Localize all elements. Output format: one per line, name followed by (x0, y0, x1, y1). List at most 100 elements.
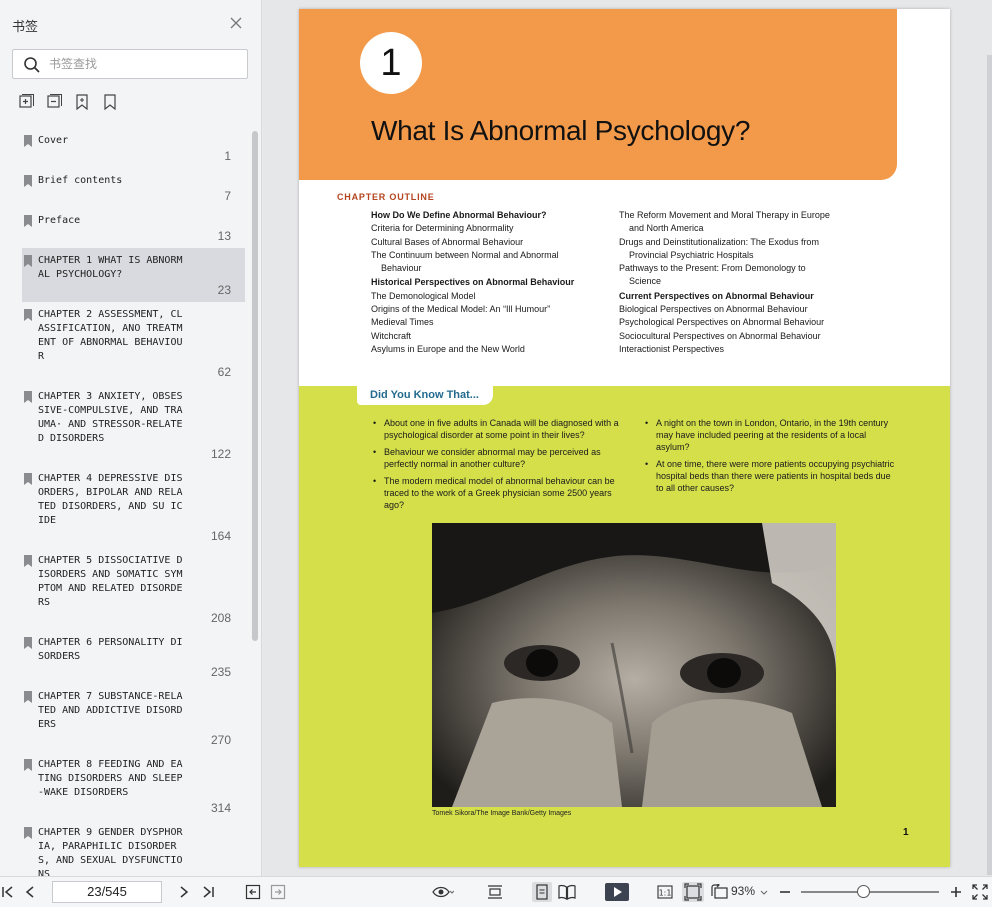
actual-size-icon[interactable]: 1:1 (657, 884, 673, 900)
bookmark-flag-icon (24, 473, 32, 485)
fact-item: About one in five adults in Canada will … (373, 417, 633, 441)
bookmark-flag-icon (24, 391, 32, 403)
bookmark-title: CHAPTER 4 DEPRESSIVE DISORDERS, BIPOLAR … (38, 473, 183, 526)
outline-item: Behaviour (381, 263, 422, 274)
outline-section-heading: How Do We Define Abnormal Behaviour? (371, 210, 547, 220)
back-view-icon[interactable] (245, 884, 261, 900)
photo-credit: Tomek Sikora/The Image Bank/Getty Images (432, 810, 572, 817)
bookmark-item[interactable]: Preface 13 (22, 208, 245, 248)
bookmark-item[interactable]: Cover 1 (22, 128, 245, 168)
fact-item: At one time, there were more patients oc… (645, 458, 895, 494)
bookmark-page: 62 (217, 365, 231, 379)
outline-item: Drugs and Deinstitutionalization: The Ex… (619, 236, 819, 247)
bookmark-item[interactable]: CHAPTER 3 ANXIETY, OBSESSIVE-COMPULSIVE,… (22, 384, 245, 466)
bookmark-item[interactable]: CHAPTER 6 PERSONALITY DISORDERS 235 (22, 630, 245, 684)
page-number-input[interactable]: 23/545 (52, 881, 162, 903)
fullscreen-icon[interactable] (972, 884, 988, 900)
outline-item: Biological Perspectives on Abnormal Beha… (619, 304, 808, 315)
next-page-icon[interactable] (176, 884, 192, 900)
zoom-slider-handle[interactable] (857, 885, 871, 898)
outline-item: Psychological Perspectives on Abnormal B… (619, 317, 825, 328)
bookmark-title: CHAPTER 8 FEEDING AND EATING DISORDERS A… (38, 759, 183, 798)
play-slideshow-icon[interactable] (605, 883, 629, 901)
fit-width-icon[interactable] (487, 884, 503, 900)
chapter-title: What Is Abnormal Psychology? (371, 115, 751, 146)
outline-section-heading: Historical Perspectives on Abnormal Beha… (371, 277, 575, 288)
expand-all-icon[interactable] (18, 94, 34, 110)
outline-item: Interactionist Perspectives (619, 343, 725, 354)
outline-item: Cultural Bases of Abnormal Behaviour (371, 236, 524, 247)
chapter-photo (432, 523, 836, 807)
bookmark-flag-icon (24, 309, 32, 321)
two-page-icon[interactable] (558, 884, 576, 900)
bookmark-item[interactable]: CHAPTER 9 GENDER DYSPHORIA, PARAPHILIC D… (22, 820, 245, 876)
zoom-level[interactable]: 93% (731, 884, 755, 898)
bookmark-title: CHAPTER 5 DISSOCIATIVE DISORDERS AND SOM… (38, 555, 183, 608)
single-page-icon[interactable] (532, 882, 552, 902)
bookmark-title: Preface (38, 215, 81, 226)
bookmark-item[interactable]: CHAPTER 8 FEEDING AND EATING DISORDERS A… (22, 752, 245, 820)
chapter-header: 1 What Is Abnormal Psychology? (299, 9, 897, 180)
outline-section-heading: Current Perspectives on Abnormal Behavio… (619, 290, 814, 301)
sidebar-scrollbar[interactable] (252, 131, 258, 641)
bookmark-page: 122 (210, 447, 231, 461)
viewer-scrollbar[interactable] (987, 55, 992, 875)
bookmark-flag-icon (24, 637, 32, 649)
zoom-dropdown-icon[interactable] (759, 884, 769, 900)
facts-column-2: A night on the town in London, Ontario, … (645, 417, 895, 499)
collapse-all-icon[interactable] (46, 94, 62, 110)
bookmark-page: 270 (210, 733, 231, 747)
eye-protection-icon[interactable] (432, 884, 454, 900)
first-page-icon[interactable] (0, 884, 16, 900)
outline-item: Asylums in Europe and the New World (371, 343, 525, 354)
bookmark-search[interactable] (12, 49, 248, 79)
panel-title: 书签 (12, 19, 39, 34)
bookmark-flag-icon (24, 827, 32, 839)
bookmark-item[interactable]: CHAPTER 2 ASSESSMENT, CLASSIFICATION, AN… (22, 302, 245, 384)
zoom-in-icon[interactable] (948, 884, 964, 900)
search-input[interactable] (49, 55, 239, 73)
last-page-icon[interactable] (200, 884, 216, 900)
bookmark-item[interactable]: CHAPTER 7 SUBSTANCE-RELATED AND ADDICTIV… (22, 684, 245, 752)
bookmark-flag-icon (24, 555, 32, 567)
outline-item: Medieval Times (371, 317, 434, 328)
bookmark-page: 23 (217, 283, 231, 297)
outline-item: Pathways to the Present: From Demonology… (619, 263, 806, 274)
outline-item: The Demonological Model (371, 290, 476, 301)
did-you-know-section: Did You Know That... About one in five a… (299, 386, 950, 867)
chapter-number: 1 (360, 32, 422, 94)
bookmark-title: CHAPTER 6 PERSONALITY DISORDERS (38, 637, 183, 662)
outline-column-2: The Reform Movement and Moral Therapy in… (619, 209, 869, 356)
outline-heading: CHAPTER OUTLINE (337, 192, 435, 202)
bookmark-page: 1 (224, 149, 231, 163)
bookmark-title: CHAPTER 7 SUBSTANCE-RELATED AND ADDICTIV… (38, 691, 183, 730)
rotate-icon[interactable] (710, 884, 728, 900)
bookmark-flag-icon (24, 135, 32, 147)
bookmark-icon[interactable] (102, 94, 118, 110)
close-icon[interactable] (228, 16, 244, 32)
bookmark-item[interactable]: Brief contents 7 (22, 168, 245, 208)
fit-page-icon[interactable] (682, 882, 704, 902)
bottom-toolbar: 23/545 1:1 93% (0, 876, 992, 907)
zoom-out-icon[interactable] (777, 884, 793, 900)
bookmark-title: CHAPTER 9 GENDER DYSPHORIA, PARAPHILIC D… (38, 827, 183, 876)
bookmark-flag-icon (24, 215, 32, 227)
bookmark-item[interactable]: CHAPTER 5 DISSOCIATIVE DISORDERS AND SOM… (22, 548, 245, 630)
outline-item: Science (629, 276, 662, 287)
outline-item: The Reform Movement and Moral Therapy in… (619, 210, 830, 220)
fact-item: A night on the town in London, Ontario, … (645, 417, 895, 453)
bookmark-flag-icon (24, 759, 32, 771)
bookmark-page: 235 (210, 665, 231, 679)
bookmark-item[interactable]: CHAPTER 4 DEPRESSIVE DISORDERS, BIPOLAR … (22, 466, 245, 548)
bookmark-item[interactable]: CHAPTER 1 WHAT IS ABNORMAL PSYCHOLOGY? 23 (22, 248, 245, 302)
outline-item: Origins of the Medical Model: An “Ill Hu… (371, 304, 551, 315)
add-bookmark-icon[interactable] (74, 94, 90, 110)
outline-item: and North America (629, 223, 704, 234)
bookmark-page: 208 (210, 611, 231, 625)
bookmark-flag-icon (24, 175, 32, 187)
fact-item: The modern medical model of abnormal beh… (373, 475, 633, 511)
bookmark-title: CHAPTER 1 WHAT IS ABNORMAL PSYCHOLOGY? (38, 255, 183, 280)
forward-view-icon[interactable] (270, 884, 286, 900)
bookmark-page: 314 (210, 801, 231, 815)
previous-page-icon[interactable] (22, 884, 38, 900)
